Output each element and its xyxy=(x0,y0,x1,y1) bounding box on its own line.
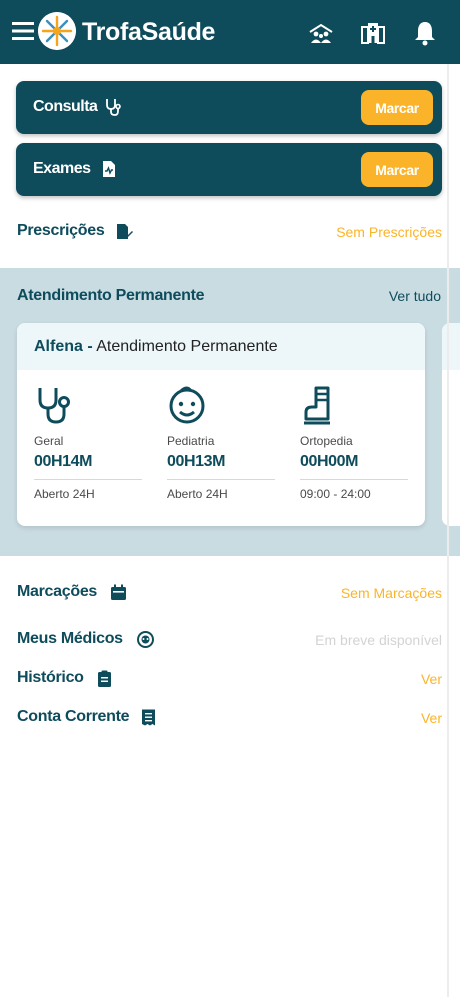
menu-icon[interactable] xyxy=(12,21,34,41)
scroll-edge xyxy=(447,64,449,997)
exames-marcar-button[interactable]: Marcar xyxy=(361,152,433,187)
ver-tudo-link[interactable]: Ver tudo xyxy=(389,288,441,304)
divider xyxy=(300,479,408,480)
prescricoes-row[interactable]: Prescrições Sem Prescrições xyxy=(17,220,442,244)
specialty-geral[interactable]: Geral 00H14M Aberto 24H xyxy=(34,385,142,501)
card-name: Atendimento Permanente xyxy=(96,338,278,355)
marcacoes-label: Marcações xyxy=(17,583,98,600)
prescription-icon xyxy=(117,224,133,239)
historico-label: Histórico xyxy=(17,669,84,686)
specialty-wait-time: 00H14M xyxy=(34,453,93,470)
consulta-card: Consulta Marcar xyxy=(16,81,442,134)
specialty-pediatria[interactable]: Pediatria 00H13M Aberto 24H xyxy=(167,385,275,501)
consulta-label: Consulta xyxy=(33,98,98,115)
hospital-icon[interactable] xyxy=(360,20,386,46)
trofa-logo-icon xyxy=(38,12,76,50)
boot-cast-icon xyxy=(304,386,330,425)
meus-medicos-label: Meus Médicos xyxy=(17,630,123,647)
atendimento-section: Atendimento Permanente Ver tudo Alfena -… xyxy=(0,268,460,556)
historico-row[interactable]: Histórico Ver xyxy=(17,667,442,691)
divider xyxy=(167,479,275,480)
card-header: Alfena - Atendimento Permanente xyxy=(17,323,425,370)
app-header: TrofaSaúde xyxy=(0,0,460,64)
receipt-icon xyxy=(142,709,155,726)
calendar-icon xyxy=(111,584,126,600)
conta-corrente-label: Conta Corrente xyxy=(17,708,130,725)
card-location: Alfena - xyxy=(34,338,93,355)
specialty-hours: Aberto 24H xyxy=(167,487,228,501)
brand-name: TrofaSaúde xyxy=(82,18,216,46)
conta-corrente-row[interactable]: Conta Corrente Ver xyxy=(17,706,442,730)
stethoscope-icon xyxy=(106,99,121,116)
baby-icon xyxy=(169,386,205,424)
atendimento-title: Atendimento Permanente xyxy=(17,287,205,304)
marcacoes-row[interactable]: Marcações Sem Marcações xyxy=(17,581,442,605)
doctor-icon xyxy=(137,631,154,648)
specialty-name: Geral xyxy=(34,434,64,448)
consulta-marcar-button[interactable]: Marcar xyxy=(361,90,433,125)
specialty-name: Pediatria xyxy=(167,434,215,448)
marcacoes-value[interactable]: Sem Marcações xyxy=(341,585,442,601)
meus-medicos-value: Em breve disponível xyxy=(315,632,442,648)
specialty-hours: Aberto 24H xyxy=(34,487,95,501)
stethoscope-icon xyxy=(38,388,70,424)
specialty-wait-time: 00H13M xyxy=(167,453,226,470)
historico-ver-link[interactable]: Ver xyxy=(421,671,442,687)
conta-corrente-ver-link[interactable]: Ver xyxy=(421,710,442,726)
atendimento-card[interactable]: Alfena - Atendimento Permanente Geral 00… xyxy=(17,323,425,526)
divider xyxy=(34,479,142,480)
specialty-name: Ortopedia xyxy=(300,434,353,448)
specialty-ortopedia[interactable]: Ortopedia 00H00M 09:00 - 24:00 xyxy=(300,385,408,501)
exames-label: Exames xyxy=(33,160,91,177)
document-icon xyxy=(103,161,115,177)
prescricoes-value[interactable]: Sem Prescrições xyxy=(336,224,442,240)
meus-medicos-row[interactable]: Meus Médicos Em breve disponível xyxy=(17,628,442,652)
family-icon[interactable] xyxy=(308,20,334,46)
specialty-hours: 09:00 - 24:00 xyxy=(300,487,371,501)
bell-icon[interactable] xyxy=(412,20,438,46)
clipboard-icon xyxy=(98,670,111,687)
next-card-peek[interactable] xyxy=(442,323,460,526)
exames-card: Exames Marcar xyxy=(16,143,442,196)
specialty-wait-time: 00H00M xyxy=(300,453,359,470)
prescricoes-label: Prescrições xyxy=(17,222,105,239)
